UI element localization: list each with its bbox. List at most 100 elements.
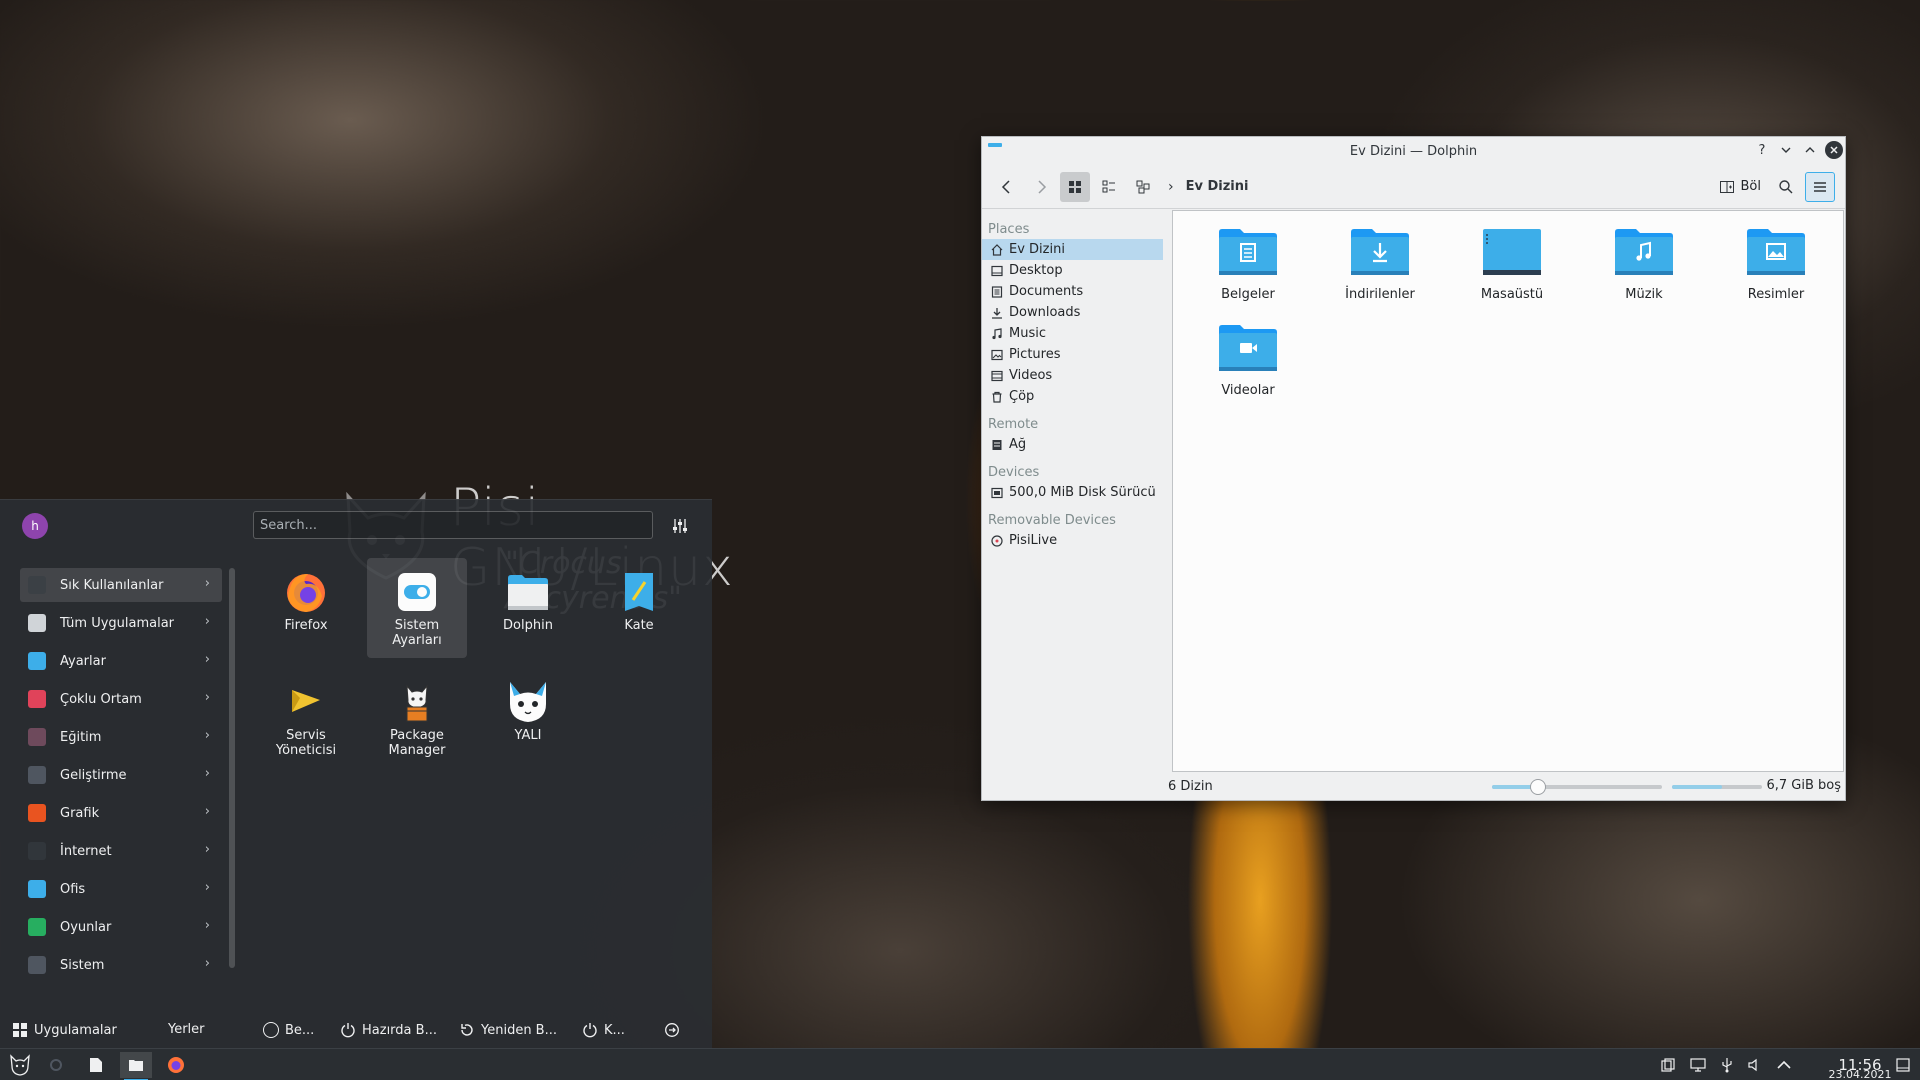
category-label: Tüm Uygulamalar [60,615,175,631]
action-label: Yeniden B... [481,1022,558,1038]
back-button[interactable] [992,172,1022,202]
document-icon [28,614,46,632]
maximize-button[interactable] [1801,141,1819,159]
folder-item[interactable]: Resimler [1721,227,1831,302]
app-system-settings[interactable]: Sistem Ayarları [367,558,467,658]
lock-button[interactable]: Be... [263,1022,314,1038]
category-item[interactable]: Ofis › [20,872,222,906]
taskbar-firefox[interactable] [160,1052,192,1078]
category-label: Geliştirme [60,767,127,783]
category-item[interactable]: Sistem › [20,948,222,982]
forward-button[interactable] [1026,172,1056,202]
category-label: Ofis [60,881,86,897]
chevron-down-icon [1781,147,1791,153]
folder-item[interactable]: Videolar [1193,323,1303,398]
app-package-manager[interactable]: Package Manager [367,668,467,768]
breadcrumb[interactable]: Ev Dizini [1186,179,1249,194]
folder-icon [129,1060,143,1071]
folder-music-icon [1615,229,1673,275]
avatar[interactable]: h [22,513,48,539]
split-button[interactable]: Böl [1713,172,1767,202]
folder-item[interactable]: İndirilenler [1325,227,1435,302]
place-downloads[interactable]: Downloads [982,302,1163,323]
package-icon [406,684,428,722]
details-view-button[interactable] [1094,172,1124,202]
taskbar-dolphin[interactable] [120,1052,152,1080]
category-label: Sık Kullanılanlar [60,577,164,593]
chevron-right-icon: › [204,918,210,933]
menu-button[interactable] [1805,171,1835,202]
show-desktop-icon[interactable] [1894,1056,1912,1074]
app-firefox[interactable]: Firefox [256,558,356,658]
dolphin-app-icon[interactable] [988,143,1002,147]
clipboard-tray-icon[interactable] [1659,1056,1677,1074]
category-item[interactable]: Çoklu Ortam › [20,682,222,716]
app-kate[interactable]: Kate [589,558,689,658]
taskbar-document[interactable] [80,1052,112,1078]
place-trash[interactable]: Çöp [982,386,1163,407]
category-item[interactable]: Grafik › [20,796,222,830]
category-item[interactable]: İnternet › [20,834,222,868]
folder-item[interactable]: Belgeler [1193,227,1303,302]
sliders-icon [673,519,687,533]
more-actions-button[interactable] [664,1022,680,1038]
help-button[interactable]: ? [1753,141,1771,159]
drive-icon [990,486,1003,499]
removable-heading: Removable Devices [988,513,1116,528]
category-label: Oyunlar [60,919,112,935]
category-scrollbar[interactable] [229,568,235,968]
category-item[interactable]: Eğitim › [20,720,222,754]
category-item[interactable]: Sık Kullanılanlar › [20,568,222,602]
place-home[interactable]: Ev Dizini [982,239,1163,260]
tab-places[interactable]: Yerler [168,1022,205,1037]
music-icon [28,690,46,708]
place-pictures[interactable]: Pictures [982,344,1163,365]
tab-applications[interactable]: Uygulamalar [12,1022,117,1038]
chevron-right-icon: › [204,842,210,857]
taskbar-settings[interactable] [40,1052,72,1078]
category-item[interactable]: Geliştirme › [20,758,222,792]
search-input[interactable]: Search... [253,511,653,539]
place-documents[interactable]: Documents [982,281,1163,302]
shutdown-button[interactable]: K... [582,1022,625,1038]
category-item[interactable]: Tüm Uygulamalar › [20,606,222,640]
tray-expander-icon[interactable] [1775,1056,1793,1074]
minimize-button[interactable] [1777,141,1795,159]
folder-label: Resimler [1747,287,1805,302]
folder-label: Masaüstü [1480,287,1544,302]
category-label: Eğitim [60,729,102,745]
zoom-slider[interactable] [1492,779,1662,795]
place-desktop[interactable]: Desktop [982,260,1163,281]
place-music[interactable]: Music [982,323,1163,344]
category-item[interactable]: Oyunlar › [20,910,222,944]
zoom-slider-handle[interactable] [1529,779,1546,795]
place-network[interactable]: Ağ [982,434,1163,455]
restart-button[interactable]: Yeniden B... [459,1022,557,1038]
folder-item[interactable]: Masaüstü [1457,227,1567,302]
place-pisilive[interactable]: PisiLive [982,530,1163,551]
icons-view-button[interactable] [1060,171,1090,202]
launcher-button[interactable] [4,1052,36,1078]
usb-tray-icon[interactable] [1718,1056,1736,1074]
search-button[interactable] [1771,172,1801,202]
network-tray-icon[interactable] [1689,1056,1707,1074]
file-view[interactable]: Belgeler İndirilenler Masaüstü Müzik Res… [1172,210,1844,772]
configure-button[interactable] [668,514,692,538]
place-disk[interactable]: 500,0 MiB Disk Sürücü [982,482,1163,503]
hibernate-button[interactable]: Hazırda B... [340,1022,437,1038]
folder-desktop-icon [1483,229,1541,275]
window-titlebar[interactable]: Ev Dizini — Dolphin ? [982,137,1845,165]
place-videos[interactable]: Videos [982,365,1163,386]
app-dolphin[interactable]: Dolphin [478,558,578,658]
game-icon [28,918,46,936]
download-icon [990,306,1003,319]
app-service-manager[interactable]: Servis Yöneticisi [256,668,356,768]
folder-item[interactable]: Müzik [1589,227,1699,302]
app-yali[interactable]: YALI [478,668,578,768]
search-placeholder: Search... [260,517,318,533]
category-item[interactable]: Ayarlar › [20,644,222,678]
firefox-icon [287,574,325,612]
close-button[interactable] [1825,141,1843,159]
compact-view-button[interactable] [1128,172,1158,202]
volume-tray-icon[interactable] [1745,1056,1763,1074]
